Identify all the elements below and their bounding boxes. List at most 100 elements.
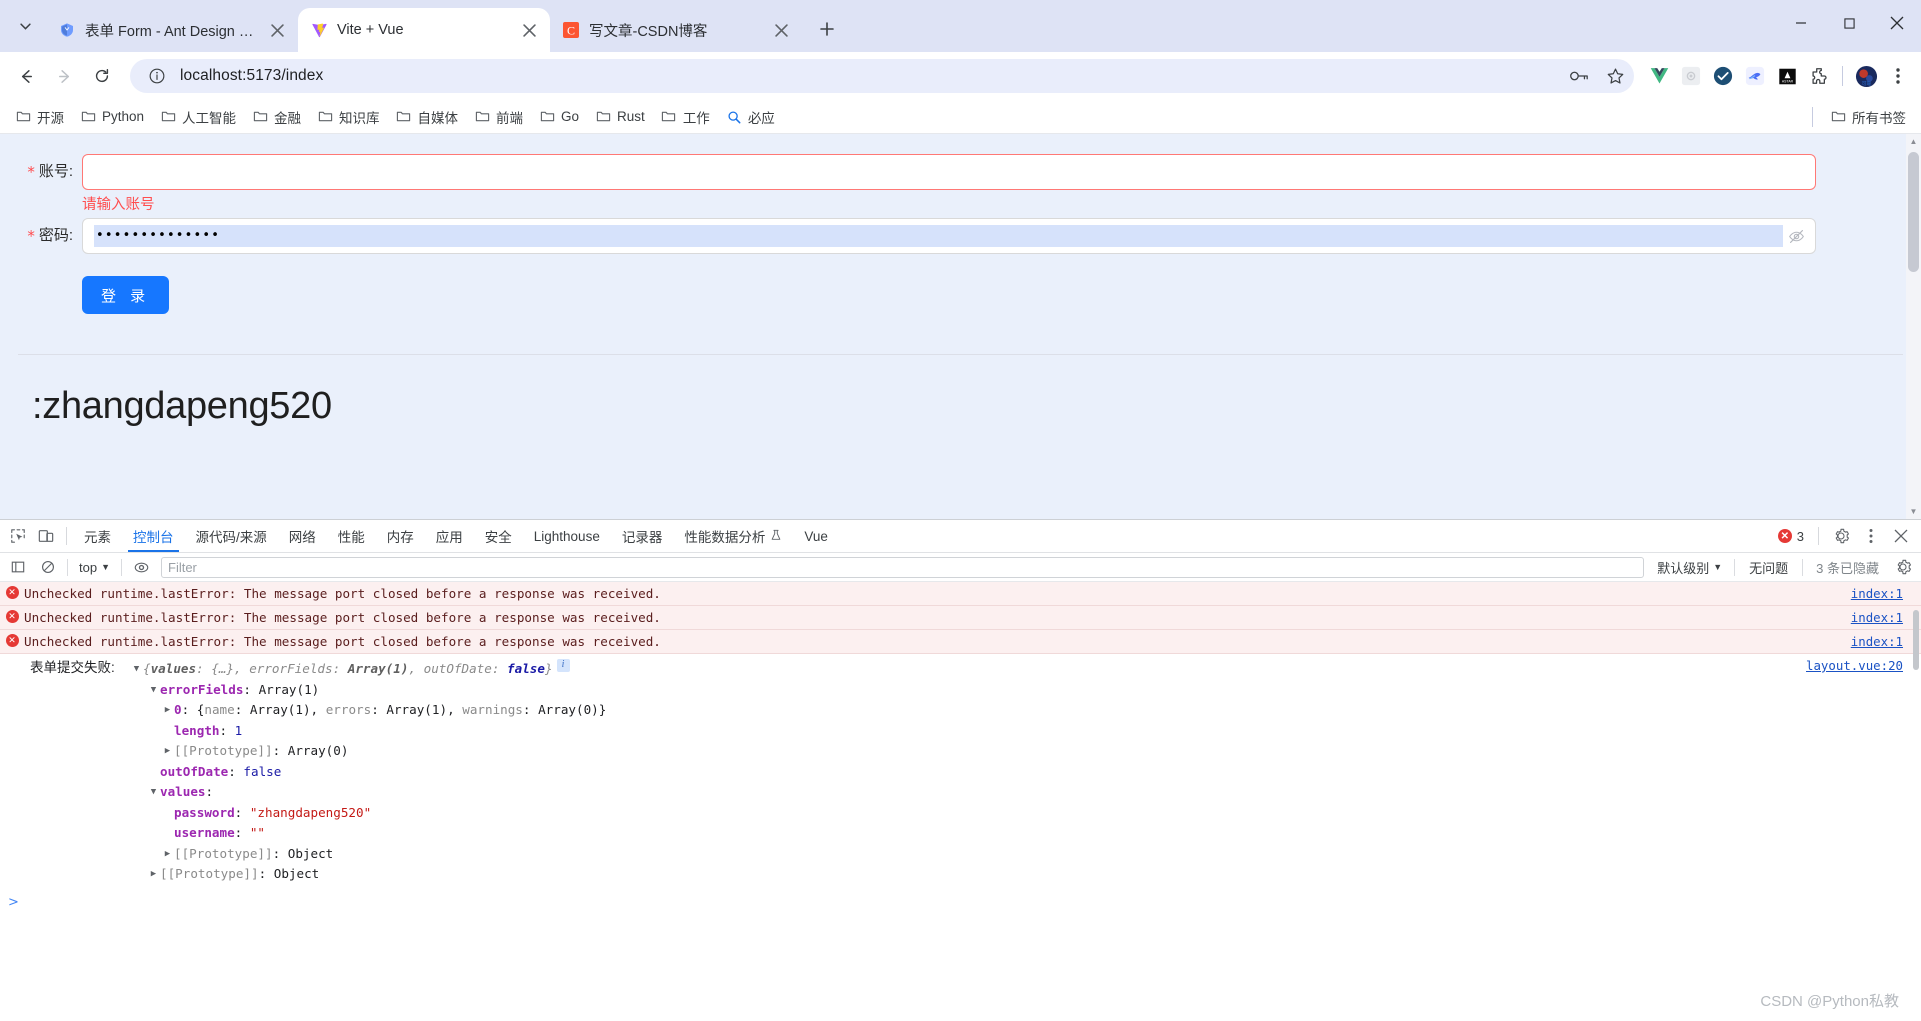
devtools-tab-security[interactable]: 安全 [474, 520, 523, 552]
all-bookmarks-button[interactable]: 所有书签 [1823, 103, 1913, 131]
puzzle-extensions-icon[interactable] [1804, 61, 1834, 91]
tree-node-prototype-array[interactable]: ▶ [[Prototype]]: Array(0) [130, 741, 1921, 762]
maximize-button[interactable] [1825, 0, 1873, 46]
profile-avatar[interactable]: 可靠 [1851, 61, 1881, 91]
bookmark-item-7[interactable]: Go [532, 105, 586, 129]
tree-node-prototype-object-inner[interactable]: ▶ [[Prototype]]: Object [130, 844, 1921, 865]
tab-close-0[interactable] [266, 19, 288, 41]
expand-arrow-icon[interactable]: ▼ [147, 782, 160, 803]
console-filter-input[interactable]: Filter [161, 556, 1645, 578]
devtools-tab-console[interactable]: 控制台 [122, 520, 185, 552]
devtools-more-icon[interactable] [1857, 523, 1885, 549]
password-key-icon[interactable] [1566, 63, 1592, 89]
devtools-tab-lighthouse[interactable]: Lighthouse [523, 520, 611, 552]
devtools-tab-network[interactable]: 网络 [278, 520, 327, 552]
bookmark-item-10[interactable]: 必应 [719, 103, 782, 131]
username-input[interactable] [82, 154, 1816, 190]
devtools-tab-memory[interactable]: 内存 [376, 520, 425, 552]
bookmark-star-icon[interactable] [1602, 63, 1628, 89]
console-log-object[interactable]: 表单提交失败: ▼ {values: {…}, errorFields: Arr… [0, 654, 1921, 887]
settings-gear-icon[interactable] [1827, 523, 1855, 549]
bookmark-item-3[interactable]: 金融 [245, 103, 308, 131]
devtools-tab-application[interactable]: 应用 [425, 520, 474, 552]
clear-console-icon[interactable] [34, 554, 62, 580]
console-message-source[interactable]: index:1 [1851, 634, 1903, 649]
device-toolbar-icon[interactable] [32, 523, 60, 549]
console-log-source[interactable]: layout.vue:20 [1806, 658, 1903, 673]
collapse-arrow-icon[interactable]: ▶ [161, 844, 174, 865]
tab-close-2[interactable] [770, 19, 792, 41]
page-scrollbar[interactable]: ▲ ▼ [1906, 134, 1921, 519]
error-count-badge[interactable]: ✕ 3 [1772, 529, 1810, 544]
browser-tab-0[interactable]: 表单 Form - Ant Design Vue [46, 8, 298, 52]
devtools-tab-performance[interactable]: 性能 [327, 520, 376, 552]
info-badge-icon[interactable]: i [556, 659, 570, 672]
new-tab-button[interactable] [810, 12, 844, 46]
tree-node-values[interactable]: ▼ values: [130, 782, 1921, 803]
console-context-selector[interactable]: top ▼ [73, 558, 116, 577]
console-issues-label[interactable]: 无问题 [1740, 558, 1797, 577]
collapse-arrow-icon[interactable]: ▶ [161, 700, 174, 721]
grid-extension-icon[interactable] [1676, 61, 1706, 91]
forward-button[interactable] [46, 58, 82, 94]
console-message-source[interactable]: index:1 [1851, 586, 1903, 601]
console-message-1[interactable]: ✕ Unchecked runtime.lastError: The messa… [0, 606, 1921, 630]
bookmark-item-4[interactable]: 知识库 [310, 103, 387, 131]
console-scrollbar[interactable] [1911, 582, 1921, 1021]
console-sidebar-icon[interactable] [4, 554, 32, 580]
console-message-source[interactable]: index:1 [1851, 610, 1903, 625]
collapse-arrow-icon[interactable]: ▶ [147, 864, 160, 885]
eye-invisible-icon[interactable] [1783, 223, 1809, 249]
bookmark-item-5[interactable]: 自媒体 [389, 103, 466, 131]
bookmark-item-8[interactable]: Rust [588, 105, 652, 129]
scroll-up-arrow[interactable]: ▲ [1906, 134, 1921, 149]
tree-node-zero[interactable]: ▶ 0: {name: Array(1), errors: Array(1), … [130, 700, 1921, 721]
bookmarks-divider [1812, 106, 1813, 127]
tree-node-errorfields[interactable]: ▼ errorFields: Array(1) [130, 680, 1921, 701]
console-scrollbar-thumb[interactable] [1913, 610, 1919, 670]
console-level-selector[interactable]: 默认级别 ▼ [1650, 556, 1729, 579]
login-button[interactable]: 登 录 [82, 276, 170, 315]
checkmark-extension-icon[interactable] [1708, 61, 1738, 91]
password-input[interactable]: •••••••••••••• [82, 218, 1816, 254]
expand-arrow-icon[interactable]: ▼ [130, 659, 143, 680]
address-bar[interactable]: localhost:5173/index [130, 59, 1634, 93]
back-button[interactable] [8, 58, 44, 94]
close-button[interactable] [1873, 0, 1921, 46]
collapse-arrow-icon[interactable]: ▶ [161, 741, 174, 762]
bookmark-item-0[interactable]: 开源 [8, 103, 71, 131]
tree-root[interactable]: ▼ {values: {…}, errorFields: Array(1), o… [130, 659, 1921, 680]
tab-close-1[interactable] [518, 19, 540, 41]
page-scrollbar-thumb[interactable] [1908, 152, 1919, 272]
bookmark-item-2[interactable]: 人工智能 [153, 103, 243, 131]
devtools-tab-recorder[interactable]: 记录器 [611, 520, 674, 552]
bird-extension-icon[interactable] [1740, 61, 1770, 91]
preview-key-values: values [150, 661, 197, 676]
three-dot-menu-icon[interactable] [1883, 61, 1913, 91]
console-settings-icon[interactable] [1889, 554, 1917, 580]
tab-search-button[interactable] [8, 10, 42, 44]
devtools-tab-performance-insights[interactable]: 性能数据分析 [673, 520, 793, 552]
devtools-tab-sources[interactable]: 源代码/来源 [185, 520, 278, 552]
minimize-button[interactable] [1777, 0, 1825, 46]
browser-tab-2[interactable]: C 写文章-CSDN博客 [550, 8, 802, 52]
devtools-tab-elements[interactable]: 元素 [73, 520, 122, 552]
expand-arrow-icon[interactable]: ▼ [147, 680, 160, 701]
console-prompt[interactable]: > [0, 887, 1921, 910]
devtools-close-icon[interactable] [1887, 523, 1915, 549]
bookmark-item-9[interactable]: 工作 [654, 103, 717, 131]
astar-extension-icon[interactable]: ASTAR [1772, 61, 1802, 91]
live-expression-icon[interactable] [127, 554, 155, 580]
info-circle-icon[interactable] [144, 63, 170, 89]
devtools-tab-vue[interactable]: Vue [793, 520, 839, 552]
tree-node-prototype-object-outer[interactable]: ▶ [[Prototype]]: Object [130, 864, 1921, 885]
browser-tab-1[interactable]: Vite + Vue [298, 8, 550, 52]
vue-devtools-icon[interactable] [1644, 61, 1674, 91]
bookmark-item-1[interactable]: Python [73, 105, 151, 129]
scroll-down-arrow[interactable]: ▼ [1906, 504, 1921, 519]
console-message-0[interactable]: ✕ Unchecked runtime.lastError: The messa… [0, 582, 1921, 606]
inspect-element-icon[interactable] [4, 523, 32, 549]
bookmark-item-6[interactable]: 前端 [467, 103, 530, 131]
console-message-2[interactable]: ✕ Unchecked runtime.lastError: The messa… [0, 630, 1921, 654]
reload-button[interactable] [84, 58, 120, 94]
